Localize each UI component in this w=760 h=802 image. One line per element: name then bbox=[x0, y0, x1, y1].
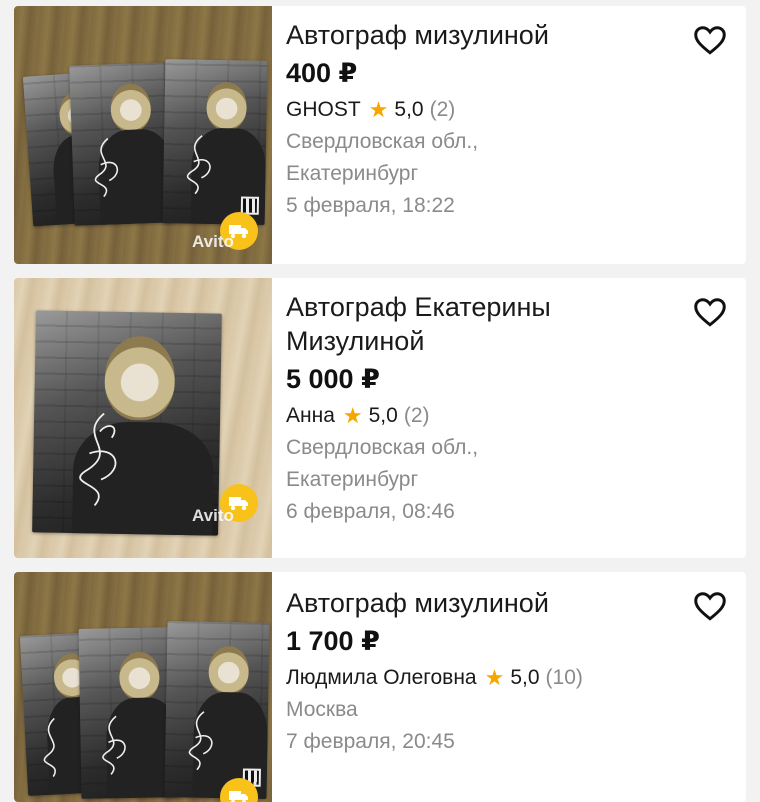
heart-outline-icon[interactable] bbox=[692, 588, 728, 624]
location-city: Екатеринбург bbox=[286, 468, 419, 491]
heart-outline-icon[interactable] bbox=[692, 22, 728, 58]
listing-date: 5 февраля, 18:22 bbox=[286, 194, 455, 217]
listing-card[interactable]: Avito Автограф Екатерины Мизулиной 5 000… bbox=[14, 278, 746, 558]
star-icon: ★ bbox=[368, 97, 389, 122]
seller-name[interactable]: Людмила Олеговна bbox=[286, 662, 477, 694]
location-region: Свердловская обл., bbox=[286, 130, 479, 153]
listing-date: 7 февраля, 20:45 bbox=[286, 730, 455, 753]
location-city: Екатеринбург bbox=[286, 162, 419, 185]
heart-outline-icon[interactable] bbox=[692, 294, 728, 330]
seller-rating: 5,0 bbox=[510, 666, 540, 689]
listing-price: 5 000 ₽ bbox=[286, 364, 380, 394]
listing-title-line-1[interactable]: Автограф Екатерины bbox=[286, 290, 686, 324]
listing-photo[interactable]: Avito bbox=[14, 6, 272, 264]
star-icon: ★ bbox=[342, 403, 363, 428]
avito-watermark: Avito bbox=[192, 506, 234, 525]
autograph-photo bbox=[32, 310, 222, 536]
listing-price: 400 ₽ bbox=[286, 58, 358, 88]
listing-card[interactable]: Avito Автограф мизулиной 400 ₽ GHOST ★ 5… bbox=[14, 6, 746, 264]
autograph-photo bbox=[164, 621, 270, 799]
seller-name[interactable]: Анна bbox=[286, 400, 335, 432]
listing-card[interactable]: Автограф мизулиной 1 700 ₽ Людмила Олего… bbox=[14, 572, 746, 802]
review-count: (2) bbox=[403, 404, 430, 427]
review-count: (2) bbox=[429, 98, 456, 121]
listing-title[interactable]: Автограф мизулиной bbox=[286, 18, 686, 52]
avito-watermark: Avito bbox=[192, 232, 234, 251]
seller-rating: 5,0 bbox=[368, 404, 398, 427]
listing-title[interactable]: Автограф мизулиной bbox=[286, 586, 686, 620]
listing-date: 6 февраля, 08:46 bbox=[286, 500, 455, 523]
seller-row: GHOST ★ 5,0 (2) bbox=[286, 94, 686, 126]
listing-photo[interactable] bbox=[14, 572, 272, 802]
listing-photo[interactable]: Avito bbox=[14, 278, 272, 558]
listing-price: 1 700 ₽ bbox=[286, 626, 380, 656]
autograph-photo bbox=[162, 59, 268, 225]
review-count: (10) bbox=[545, 666, 583, 689]
seller-row: Анна ★ 5,0 (2) bbox=[286, 400, 686, 432]
seller-row: Людмила Олеговна ★ 5,0 (10) bbox=[286, 662, 686, 694]
seller-name[interactable]: GHOST bbox=[286, 94, 361, 126]
star-icon: ★ bbox=[484, 665, 505, 690]
listing-title-line-2[interactable]: Мизулиной bbox=[286, 324, 686, 358]
location-city: Москва bbox=[286, 698, 358, 721]
seller-rating: 5,0 bbox=[394, 98, 424, 121]
location-region: Свердловская обл., bbox=[286, 436, 479, 459]
autograph-photo bbox=[69, 62, 175, 226]
